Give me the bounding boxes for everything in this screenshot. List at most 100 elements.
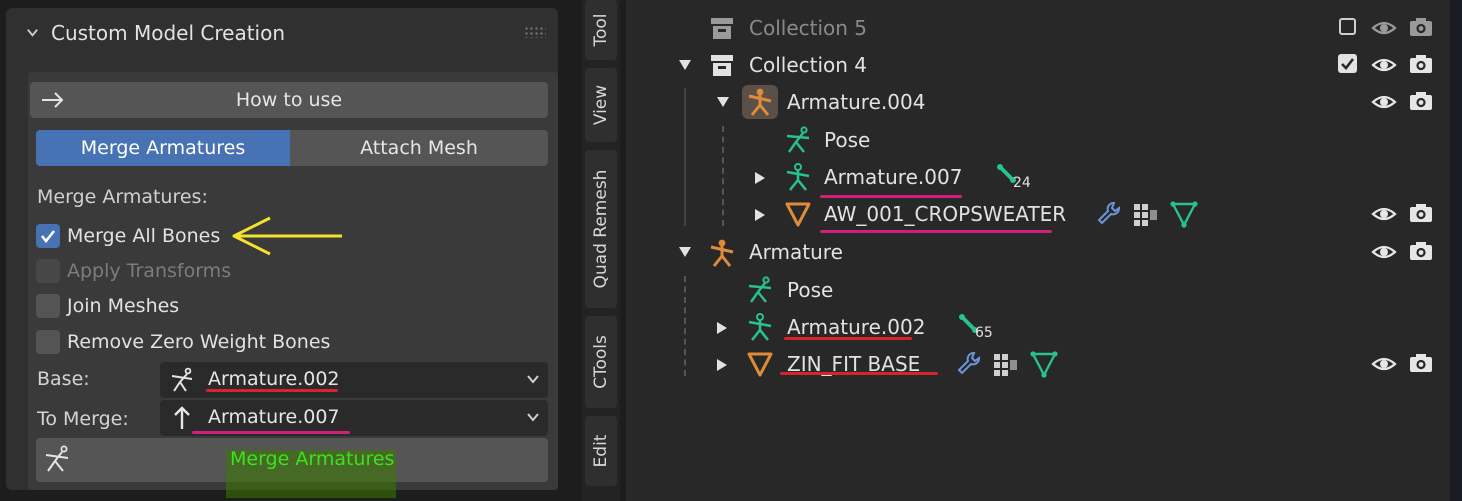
remove-zero-weight-option[interactable]: Remove Zero Weight Bones: [36, 328, 330, 356]
annotation-underline: [206, 389, 338, 392]
pose-icon: [748, 276, 772, 303]
row-label: Armature.007: [824, 165, 963, 189]
row-label: AW_001_CROPSWEATER: [824, 202, 1067, 226]
eye-icon[interactable]: [1371, 354, 1397, 374]
tab-ctools[interactable]: CTools: [585, 316, 617, 408]
panel-title: Custom Model Creation: [51, 21, 286, 45]
expand-down-icon[interactable]: [678, 246, 692, 258]
mesh-data-icon[interactable]: [1030, 350, 1058, 378]
bone-up-arrow-icon: [174, 406, 190, 429]
outliner-row-pose[interactable]: Pose: [626, 122, 1450, 159]
base-field[interactable]: Armature.002: [160, 362, 548, 398]
join-meshes-label: Join Meshes: [67, 295, 180, 317]
outliner-row-armature-002[interactable]: Armature.002 65: [626, 309, 1450, 346]
expand-right-icon[interactable]: [754, 208, 766, 222]
row-label: Armature.004: [787, 90, 926, 114]
join-meshes-checkbox[interactable]: [36, 294, 60, 318]
tab-merge-armatures[interactable]: Merge Armatures: [36, 130, 290, 166]
armature-data-icon: [786, 163, 810, 191]
how-to-use-button[interactable]: How to use: [30, 82, 548, 118]
armature-icon: [45, 445, 69, 472]
apply-transforms-checkbox[interactable]: [36, 259, 60, 283]
mesh-data-icon[interactable]: [1170, 200, 1198, 228]
tab-tool[interactable]: Tool: [585, 0, 617, 60]
outliner: Collection 5 Collection 4 Armature.004 P…: [626, 0, 1450, 501]
row-label: Collection 5: [749, 16, 868, 40]
eye-icon[interactable]: [1371, 55, 1397, 75]
expand-right-icon[interactable]: [754, 171, 766, 185]
row-label: Collection 4: [749, 53, 868, 77]
tab-quad-remesh[interactable]: Quad Remesh: [585, 150, 617, 308]
camera-icon[interactable]: [1408, 240, 1434, 262]
mesh-icon: [785, 202, 811, 227]
vertex-groups-icon[interactable]: [992, 350, 1020, 378]
annotation-underline: [784, 337, 912, 340]
join-meshes-option[interactable]: Join Meshes: [36, 292, 179, 320]
tab-label: View: [591, 84, 611, 126]
merge-all-bones-option[interactable]: Merge All Bones: [36, 222, 220, 250]
camera-icon[interactable]: [1408, 352, 1434, 374]
camera-icon[interactable]: [1408, 202, 1434, 224]
tab-label: Edit: [591, 434, 611, 468]
collection-icon: [711, 55, 733, 76]
sidebar-tabs: Tool View Quad Remesh CTools Edit: [582, 0, 620, 501]
row-label: Pose: [824, 128, 871, 152]
wrench-icon[interactable]: [956, 350, 982, 376]
outliner-row-pose[interactable]: Pose: [626, 272, 1450, 309]
merge-armatures-button-label[interactable]: Merge Armatures: [230, 448, 394, 470]
eye-icon[interactable]: [1371, 204, 1397, 224]
wrench-icon[interactable]: [1096, 200, 1122, 226]
apply-transforms-option[interactable]: Apply Transforms: [36, 257, 231, 285]
annotation-underline: [780, 372, 938, 375]
camera-icon[interactable]: [1408, 90, 1434, 112]
outliner-row-aw-001-cropsweater[interactable]: AW_001_CROPSWEATER: [626, 196, 1450, 233]
outliner-row-armature-004[interactable]: Armature.004: [626, 84, 1450, 121]
outliner-row-collection-4[interactable]: Collection 4: [626, 47, 1450, 84]
expand-down-icon[interactable]: [716, 96, 730, 108]
chevron-down-icon: [527, 413, 539, 422]
chevron-down-icon[interactable]: [26, 26, 39, 39]
tab-view[interactable]: View: [585, 68, 617, 142]
exclude-checkbox[interactable]: [1339, 18, 1356, 35]
expand-right-icon[interactable]: [716, 321, 728, 335]
bone-count: 24: [1013, 175, 1031, 191]
remove-zero-weight-label: Remove Zero Weight Bones: [67, 331, 331, 353]
apply-transforms-label: Apply Transforms: [67, 260, 232, 282]
tab-label: CTools: [591, 335, 611, 389]
remove-zero-weight-checkbox[interactable]: [36, 330, 60, 354]
to-merge-label: To Merge:: [37, 408, 129, 430]
camera-icon[interactable]: [1408, 16, 1434, 38]
collection-icon: [711, 18, 733, 39]
outliner-row-armature[interactable]: Armature: [626, 234, 1450, 271]
eye-icon[interactable]: [1371, 242, 1397, 262]
tab-label: Tool: [591, 13, 611, 47]
row-label: Pose: [787, 278, 834, 302]
drag-grip-icon[interactable]: [524, 26, 546, 38]
merge-all-bones-checkbox[interactable]: [36, 224, 60, 248]
camera-icon[interactable]: [1408, 53, 1434, 75]
base-value: Armature.002: [208, 368, 340, 390]
include-checkbox[interactable]: [1337, 53, 1358, 74]
tab-edit[interactable]: Edit: [585, 416, 617, 486]
armature-data-icon: [748, 313, 772, 341]
eye-icon[interactable]: [1371, 92, 1397, 112]
annotation-underline: [192, 431, 350, 434]
pose-icon: [786, 126, 810, 153]
eye-icon[interactable]: [1371, 18, 1397, 38]
panel-header[interactable]: Custom Model Creation: [6, 8, 558, 60]
screenshot-root: Custom Model Creation How to use Merge A…: [0, 0, 1462, 501]
outliner-row-zin-fit-base[interactable]: ZIN_FIT BASE: [626, 346, 1450, 383]
tab-attach-mesh[interactable]: Attach Mesh: [290, 130, 548, 166]
to-merge-value: Armature.007: [208, 406, 340, 428]
checkmark-icon: [40, 230, 56, 244]
outliner-row-collection-5[interactable]: Collection 5: [626, 10, 1450, 47]
arrow-right-icon: [42, 92, 64, 108]
row-label: Armature.002: [787, 315, 926, 339]
expand-right-icon[interactable]: [716, 358, 728, 372]
tab-label: Quad Remesh: [591, 169, 611, 289]
expand-down-icon[interactable]: [678, 59, 692, 71]
vertex-groups-icon[interactable]: [1132, 200, 1160, 228]
chevron-down-icon: [527, 375, 539, 384]
bone-count: 65: [975, 325, 993, 341]
outliner-row-armature-007[interactable]: Armature.007 24: [626, 159, 1450, 198]
